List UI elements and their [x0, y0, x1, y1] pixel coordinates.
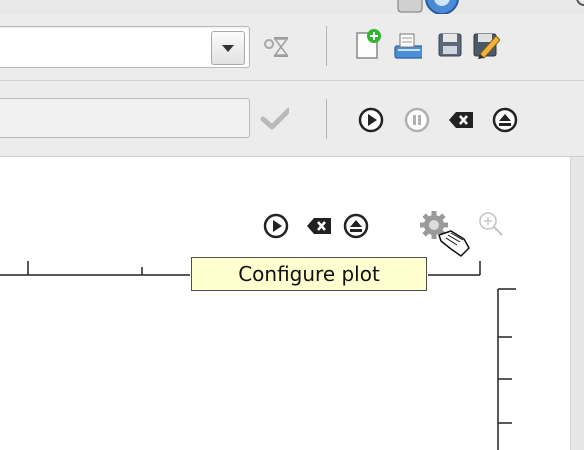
configure-plot-tooltip: Configure plot: [191, 257, 427, 291]
save-icon: [438, 33, 462, 57]
apply-button[interactable]: [259, 103, 289, 133]
hourglass-button[interactable]: [262, 32, 292, 62]
toolbar-separator: [326, 99, 327, 139]
window-control-icons[interactable]: [396, 0, 466, 14]
plot-frame: [0, 261, 516, 450]
new-button[interactable]: [352, 29, 382, 60]
clear-button[interactable]: [446, 105, 476, 135]
eject-button[interactable]: [490, 105, 520, 135]
pause-icon: [404, 107, 430, 133]
title-strip: [0, 0, 584, 14]
main-toolbar: [0, 14, 584, 81]
pause-button[interactable]: [402, 105, 432, 135]
command-field[interactable]: [0, 98, 250, 138]
combo-dropdown-button[interactable]: [211, 31, 245, 65]
open-icon: [394, 33, 422, 59]
edit-icon: [473, 33, 500, 59]
scrollbar-track[interactable]: [570, 157, 584, 450]
open-button[interactable]: [392, 30, 422, 60]
acquisition-toolbar: [0, 81, 584, 157]
play-icon: [358, 107, 384, 133]
new-document-icon: [356, 29, 381, 59]
file-combo[interactable]: [0, 26, 250, 68]
eject-icon: [492, 107, 518, 133]
checkmark-icon: [260, 107, 289, 130]
chevron-down-icon: [222, 45, 234, 52]
save-button[interactable]: [434, 30, 464, 60]
edit-button[interactable]: [470, 30, 500, 60]
toolbar-separator: [326, 26, 327, 66]
window-edge-icon: [576, 0, 584, 6]
clear-icon: [449, 112, 473, 128]
hourglass-icon: [264, 37, 289, 57]
play-button[interactable]: [356, 105, 386, 135]
plot-area[interactable]: [0, 157, 570, 450]
